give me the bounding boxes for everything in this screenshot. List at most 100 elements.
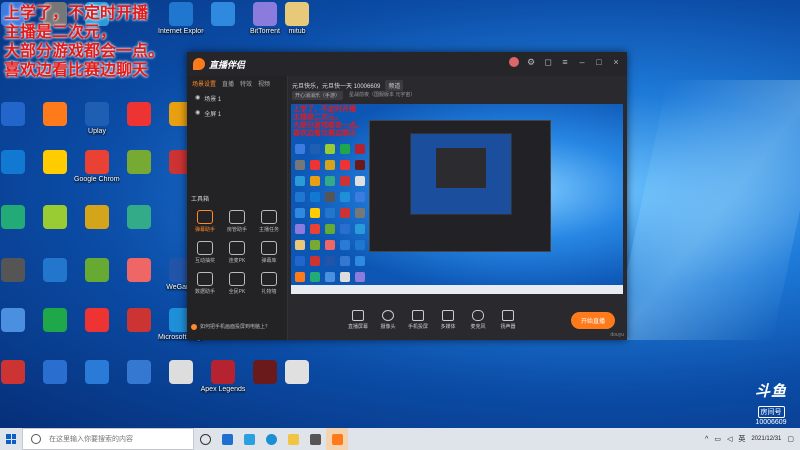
speaker-icon xyxy=(502,310,514,321)
app-titlebar[interactable]: 直播伴侣 ⚙ ◻ ≡ – □ × xyxy=(187,52,627,76)
scene-row[interactable]: ◉ 全屏 1 xyxy=(187,106,287,121)
tray-arrow-icon[interactable]: ^ xyxy=(705,436,708,443)
desktop-icon[interactable]: mitub xyxy=(274,2,320,36)
desktop-icon[interactable]: Internet Explorer xyxy=(158,2,204,36)
edge-taskbar-button[interactable] xyxy=(260,428,282,450)
desktop-icon[interactable] xyxy=(0,308,36,334)
desktop-icon[interactable] xyxy=(0,102,36,128)
desktop-icon[interactable] xyxy=(0,150,36,176)
start-live-button[interactable]: 开始直播 xyxy=(570,312,615,329)
microphone-button[interactable]: 麦克风 xyxy=(463,310,493,330)
desktop-icon[interactable] xyxy=(74,258,120,284)
tool-giftwall[interactable]: 礼物墙 xyxy=(253,272,285,295)
clock[interactable]: 2021/12/31 xyxy=(751,435,781,443)
desktop-icon[interactable] xyxy=(32,102,78,128)
folder-icon xyxy=(287,433,299,445)
scene-row[interactable]: ◉ 场景 1 xyxy=(187,91,287,106)
taskbar-app-2[interactable] xyxy=(238,428,260,450)
desktop-icon[interactable] xyxy=(74,205,120,231)
overlay-line: 主播是二次元， xyxy=(4,24,117,41)
desktop-icon[interactable] xyxy=(32,308,78,334)
desktop-icon[interactable] xyxy=(32,360,78,386)
desktop-icon[interactable] xyxy=(116,360,162,386)
app-icon xyxy=(43,102,67,126)
explorer-taskbar-button[interactable] xyxy=(282,428,304,450)
douyu-icon xyxy=(331,433,343,445)
desktop-icon[interactable]: Google Chrome xyxy=(74,150,120,184)
tool-admin[interactable]: 房管助手 xyxy=(221,210,253,233)
taskbar-search[interactable] xyxy=(22,428,194,450)
app-icon xyxy=(243,433,255,445)
desktop-icon[interactable] xyxy=(0,258,36,284)
eye-icon[interactable]: ◉ xyxy=(195,94,200,103)
desktop-icon[interactable] xyxy=(200,2,246,28)
desktop-icon[interactable] xyxy=(158,360,204,386)
desktop-icon[interactable] xyxy=(0,360,36,386)
notice-icon[interactable]: ◻ xyxy=(543,57,553,67)
notification-icon[interactable]: ▢ xyxy=(787,435,794,443)
desktop-icon[interactable] xyxy=(32,150,78,176)
desktop-icon[interactable] xyxy=(32,258,78,284)
help-notice[interactable]: 如何把手机画面投屏到电脑上？ xyxy=(191,323,270,330)
app-logo: 直播伴侣 xyxy=(193,58,245,71)
tab-video[interactable]: 视频 xyxy=(258,79,270,88)
game-tag[interactable]: 开心消消乐（手游） xyxy=(292,91,344,100)
stream-overlay-text: 上学了，不定时开播 主播是二次元， 大部分游戏都会一点。 喜欢边看比赛边聊天 xyxy=(4,4,164,80)
menu-icon[interactable]: ≡ xyxy=(560,57,570,67)
desktop-icon[interactable] xyxy=(116,258,162,284)
input-language[interactable]: 英 xyxy=(738,434,745,444)
preview-icon xyxy=(295,192,305,202)
tab-effects[interactable]: 特效 xyxy=(240,79,252,88)
maximize-icon[interactable]: □ xyxy=(594,57,604,67)
tab-live[interactable]: 直播 xyxy=(222,79,234,88)
store-taskbar-button[interactable] xyxy=(304,428,326,450)
tool-task[interactable]: 主播任务 xyxy=(253,210,285,233)
watermark-room-label: 房间号 xyxy=(757,406,785,418)
desktop-icon[interactable] xyxy=(274,360,320,386)
avatar[interactable] xyxy=(509,57,519,67)
task-view-button[interactable] xyxy=(194,428,216,450)
streaming-app-window[interactable]: 直播伴侣 ⚙ ◻ ≡ – □ × 场景设置 直播 特效 视频 ◉ 场景 1 ◉ … xyxy=(187,52,627,340)
speaker-button[interactable]: 扬声器 xyxy=(493,310,523,330)
live-preview[interactable]: 上学了，不定时开播 主播是二次元， 大部分游戏都会一点。 喜欢边看比赛边聊天 xyxy=(291,104,623,294)
phone-cast-button[interactable]: 手机投屏 xyxy=(403,310,433,330)
screen-capture-button[interactable]: 直播屏幕 xyxy=(343,310,373,330)
app-icon xyxy=(285,360,309,384)
wallpaper-light-beam xyxy=(612,80,800,340)
tab-scene[interactable]: 场景设置 xyxy=(192,79,216,88)
desktop-icon[interactable]: Apex Legends xyxy=(200,360,246,394)
desktop-icon[interactable] xyxy=(116,205,162,231)
tool-library[interactable]: 弹幕库 xyxy=(253,241,285,264)
tool-data[interactable]: 数据助手 xyxy=(189,272,221,295)
douyu-taskbar-button[interactable] xyxy=(326,428,348,450)
tool-allpk[interactable]: 全民PK xyxy=(221,272,253,295)
desktop-icon[interactable] xyxy=(0,205,36,231)
eye-icon[interactable]: ◉ xyxy=(195,109,200,118)
overlay-line: 上学了，不定时开播 xyxy=(4,5,149,22)
volume-icon[interactable]: ◁ xyxy=(727,435,732,443)
desktop-icon[interactable] xyxy=(116,150,162,176)
desktop-icon[interactable] xyxy=(116,102,162,128)
media-button[interactable]: 多媒体 xyxy=(433,310,463,330)
camera-button[interactable]: 摄像头 xyxy=(373,310,403,330)
tool-lottery[interactable]: 互动抽奖 xyxy=(189,241,221,264)
room-category-badge[interactable]: 频道 xyxy=(385,80,404,91)
tool-danmu[interactable]: 弹幕助手 xyxy=(189,210,221,233)
room-title[interactable]: 元旦快乐，元旦快一天 10006609 xyxy=(292,81,380,90)
settings-icon[interactable]: ⚙ xyxy=(526,57,536,67)
game-tag[interactable]: 星战前夜（国服版本 元宇宙） xyxy=(349,91,415,100)
desktop-icon[interactable] xyxy=(116,308,162,334)
desktop-icon[interactable] xyxy=(74,360,120,386)
minimize-icon[interactable]: – xyxy=(577,57,587,67)
search-input[interactable] xyxy=(47,434,191,444)
desktop-icon[interactable] xyxy=(74,308,120,334)
taskbar-app-1[interactable] xyxy=(216,428,238,450)
desktop-icon[interactable] xyxy=(32,205,78,231)
close-icon[interactable]: × xyxy=(611,57,621,67)
tool-pk[interactable]: 连麦PK xyxy=(221,241,253,264)
app-icon xyxy=(85,102,109,126)
start-button[interactable] xyxy=(0,428,22,450)
network-icon[interactable]: ▭ xyxy=(714,435,721,443)
overlay-line: 大部分游戏都会一点。 xyxy=(4,43,165,60)
desktop-icon[interactable]: Uplay xyxy=(74,102,120,136)
